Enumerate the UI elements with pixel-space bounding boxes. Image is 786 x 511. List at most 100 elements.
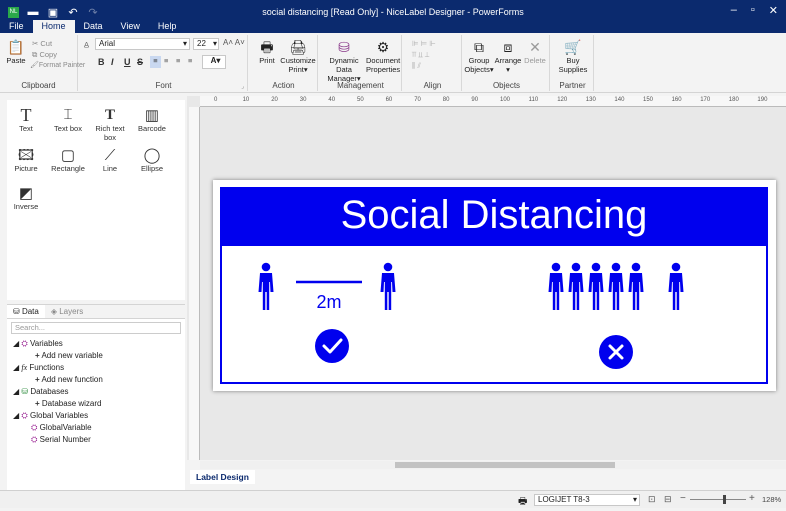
supplies-label: Supplies <box>558 65 588 74</box>
distribute-icons[interactable]: ⫼ ⫽ <box>412 61 421 71</box>
justify-icon[interactable]: ≡ <box>188 56 192 65</box>
ruler-tick-label: 20 <box>271 97 278 103</box>
serial-number-item[interactable]: ⛭ Serial Number <box>31 435 91 445</box>
rectangle-tool[interactable]: ▢ Rectangle <box>51 146 85 174</box>
horizontal-scrollbar[interactable] <box>200 461 786 469</box>
buy-supplies-button[interactable]: 🛒 Buy Supplies <box>556 39 590 75</box>
add-variable-link[interactable]: + Add new variable <box>35 351 103 360</box>
label-heading[interactable]: Social Distancing <box>220 187 768 244</box>
objects-group: ⧉ Group Objects▾ ⧈ Arrange ▾ ✕ Delete Ob… <box>464 35 550 91</box>
arrange-icon: ⧈ <box>503 38 513 55</box>
bold-button[interactable]: B <box>98 57 105 67</box>
text-tool[interactable]: T Text <box>9 106 43 134</box>
font-grow-icon[interactable]: A˄ A˅ <box>223 38 245 47</box>
printer-value: LOGIJET T8-3 <box>538 495 590 504</box>
dynamic-data-manager-button[interactable]: ⛁ Dynamic Data Manager▾ <box>322 39 366 84</box>
objects-text: Objects <box>464 65 490 74</box>
group-objects-button[interactable]: ⧉ Group Objects▾ <box>464 39 494 75</box>
delete-x-icon: ✕ <box>529 38 541 55</box>
print-sub-label: Print <box>288 65 304 74</box>
arrange-label: Arrange <box>494 56 522 65</box>
fit-width-icon[interactable]: ⊟ <box>664 494 672 505</box>
minimize-icon[interactable]: – <box>731 4 737 17</box>
global-variable-icon: ⛭ <box>31 423 38 432</box>
font-size-select[interactable]: 22 ▾ <box>193 38 219 50</box>
arrange-button[interactable]: ⧈ Arrange ▾ <box>494 38 522 75</box>
print-button[interactable]: 🖶 Print <box>255 39 279 66</box>
italic-button[interactable]: I <box>111 57 114 67</box>
zoom-slider-thumb[interactable] <box>723 495 726 504</box>
font-family-select[interactable]: Arial ▾ <box>95 38 190 50</box>
font-size-value: 22 <box>197 39 206 48</box>
align-left-icon[interactable]: ≡ <box>150 56 161 68</box>
clipboard-group-label: Clipboard <box>21 81 56 90</box>
fit-page-icon[interactable]: ⊡ <box>648 494 656 505</box>
font-color-picker[interactable]: A▾ <box>202 55 226 69</box>
font-group: A̲ Arial ▾ 22 ▾ A˄ A˅ B I U S ≡ ≡ ≡ ≡ A▾ F… <box>80 35 248 91</box>
zoom-slider[interactable] <box>690 499 746 500</box>
management-group: ⛁ Dynamic Data Manager▾ ⚙ Document Prope… <box>320 35 402 91</box>
scrollbar-thumb[interactable] <box>395 462 615 468</box>
function-icon: fx <box>21 363 28 372</box>
text-box-tool[interactable]: ⌶ Text box <box>51 106 85 133</box>
strikethrough-button[interactable]: S <box>137 57 143 67</box>
printer-select[interactable]: LOGIJET T8-3 ▾ <box>534 494 640 506</box>
document-label: Document <box>366 56 401 65</box>
rich-text-box-tool[interactable]: T Rich text box <box>93 106 127 142</box>
align-center-icon[interactable]: ≡ <box>164 56 168 65</box>
add-function-link[interactable]: + Add new function <box>35 375 103 384</box>
tree-databases[interactable]: ◢ ⛁ Databases <box>13 387 69 396</box>
close-icon[interactable]: ✕ <box>769 4 778 17</box>
tree-global-variables[interactable]: ◢ ⛭ Global Variables <box>13 411 88 421</box>
tab-view[interactable]: View <box>112 20 149 33</box>
document-properties-icon: ⚙ <box>376 38 390 55</box>
delete-button[interactable]: ✕ Delete <box>522 38 548 66</box>
document-properties-button[interactable]: ⚙ Document Properties <box>366 38 401 75</box>
align-row1-icons[interactable]: ⊫ ⊨ ⊩ <box>412 39 436 48</box>
zoom-out-icon[interactable]: − <box>680 493 686 504</box>
tree-variables[interactable]: ◢ ⛭ Variables <box>13 339 63 349</box>
cut-button[interactable]: ✂ Cut <box>32 39 52 48</box>
format-painter-button[interactable]: 🖌Format Painter <box>30 61 85 69</box>
paste-button[interactable]: 📋 Paste <box>4 38 28 66</box>
font-group-label: Font <box>155 81 172 90</box>
ellipse-tool[interactable]: ◯ Ellipse <box>135 146 169 174</box>
partner-group-label: Partner <box>559 81 586 90</box>
align-right-icon[interactable]: ≡ <box>176 56 180 65</box>
tab-data-panel[interactable]: ⛁ Data <box>7 305 45 318</box>
database-wizard-link[interactable]: + Database wizard <box>35 399 102 408</box>
tab-layers[interactable]: ◈ Layers <box>45 305 89 318</box>
tab-label-design[interactable]: Label Design <box>190 470 255 484</box>
add-function-label: Add new function <box>41 375 103 384</box>
tab-help[interactable]: Help <box>149 20 186 33</box>
tree-functions[interactable]: ◢ fx Functions <box>13 363 64 372</box>
global-variable-item[interactable]: ⛭ GlobalVariable <box>31 423 92 433</box>
maximize-icon[interactable]: ▫ <box>751 4 755 17</box>
barcode-tool[interactable]: ▥ Barcode <box>135 106 169 134</box>
data-tab-label: Data <box>21 307 39 316</box>
panel-tabs: ⛁ Data ◈ Layers <box>7 305 185 319</box>
copy-button[interactable]: ⧉ Copy <box>32 50 57 60</box>
font-dialog-launcher-icon[interactable]: ⌟ <box>241 83 244 90</box>
copy-label: Copy <box>39 50 57 59</box>
align-row2-icons[interactable]: ⫪ ⫫ ⊥ <box>412 50 429 60</box>
ruler-tick-label: 30 <box>299 97 307 103</box>
label-object[interactable]: Social Distancing 2m <box>213 180 776 391</box>
panel-search-input[interactable]: Search... <box>11 322 181 334</box>
tab-home[interactable]: Home <box>32 20 75 33</box>
inverse-tool[interactable]: ◩ Inverse <box>9 184 43 212</box>
underline-button[interactable]: U <box>124 57 131 67</box>
line-tool[interactable]: ⟋ Line <box>93 146 127 174</box>
serial-number-icon: ⛭ <box>31 435 38 444</box>
horizontal-ruler: 0 10 20 30 40 50 60 70 80 90 100 110 120 130 140 150 160… <box>200 96 786 107</box>
tab-file[interactable]: File <box>0 20 33 33</box>
customize-print-button[interactable]: 🖨 Customize Print▾ <box>280 39 316 75</box>
tab-data[interactable]: Data <box>75 20 112 33</box>
ellipse-icon: ◯ <box>143 146 161 164</box>
paste-icon: 📋 <box>7 38 25 55</box>
label-body[interactable]: 2m <box>220 244 768 384</box>
zoom-in-icon[interactable]: + <box>749 493 755 504</box>
check-circle-icon <box>315 329 349 363</box>
ruler-tick-label: 170 <box>700 97 711 103</box>
picture-tool[interactable]: 🖾 Picture <box>9 146 43 174</box>
